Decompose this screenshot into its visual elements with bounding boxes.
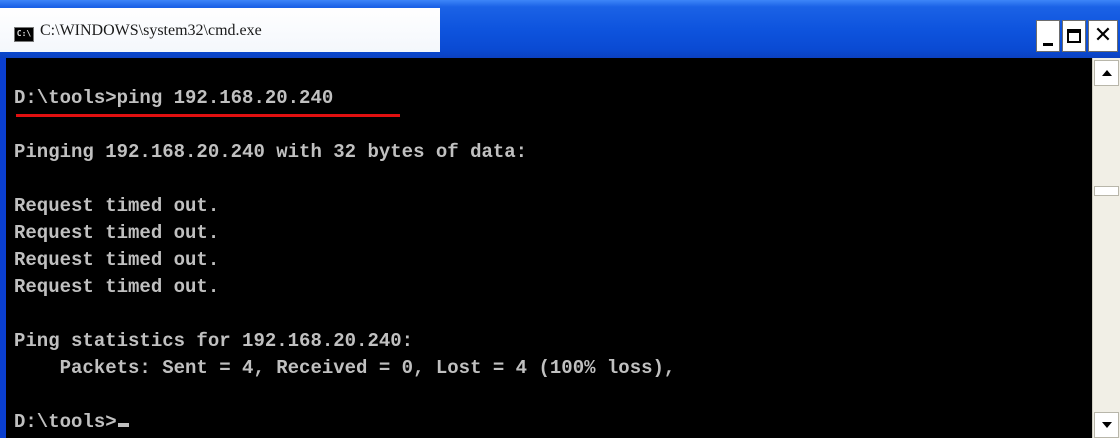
- console-prompt: D:\tools>: [14, 411, 117, 433]
- maximize-button[interactable]: [1062, 20, 1086, 52]
- close-button[interactable]: ✕: [1088, 20, 1118, 52]
- console-line-timeout: Request timed out.: [14, 249, 220, 271]
- title-bar[interactable]: C:\ C:\WINDOWS\system32\cmd.exe ✕: [0, 0, 1120, 58]
- scroll-thumb[interactable]: [1094, 186, 1119, 196]
- close-icon: ✕: [1093, 23, 1113, 48]
- console-line-packets: Packets: Sent = 4, Received = 0, Lost = …: [14, 357, 676, 379]
- cmd-app-icon[interactable]: C:\: [14, 27, 34, 42]
- window-title: C:\WINDOWS\system32\cmd.exe: [40, 22, 262, 39]
- text-cursor: [117, 423, 129, 427]
- console-line-pinging: Pinging 192.168.20.240 with 32 bytes of …: [14, 141, 528, 163]
- arrow-down-icon: [1101, 422, 1112, 428]
- red-underline-annotation: [16, 114, 400, 117]
- maximize-icon: [1067, 29, 1081, 43]
- cmd-window: C:\ C:\WINDOWS\system32\cmd.exe ✕ D:\too…: [0, 0, 1120, 438]
- console-line-timeout: Request timed out.: [14, 276, 220, 298]
- console-line-timeout: Request timed out.: [14, 222, 220, 244]
- console-line-statistics: Ping statistics for 192.168.20.240:: [14, 330, 414, 352]
- scroll-down-button[interactable]: [1094, 412, 1119, 438]
- scroll-up-button[interactable]: [1094, 60, 1119, 86]
- console-output: D:\tools>ping 192.168.20.240 Pinging 192…: [14, 85, 675, 436]
- minimize-button[interactable]: [1036, 20, 1060, 52]
- arrow-up-icon: [1101, 70, 1112, 76]
- console-line-timeout: Request timed out.: [14, 195, 220, 217]
- vertical-scrollbar[interactable]: [1092, 58, 1120, 438]
- console-area[interactable]: D:\tools>ping 192.168.20.240 Pinging 192…: [6, 58, 1092, 438]
- console-line-command: D:\tools>ping 192.168.20.240: [14, 87, 334, 109]
- minimize-icon: [1043, 42, 1053, 46]
- console-prompt-line[interactable]: D:\tools>: [14, 409, 675, 436]
